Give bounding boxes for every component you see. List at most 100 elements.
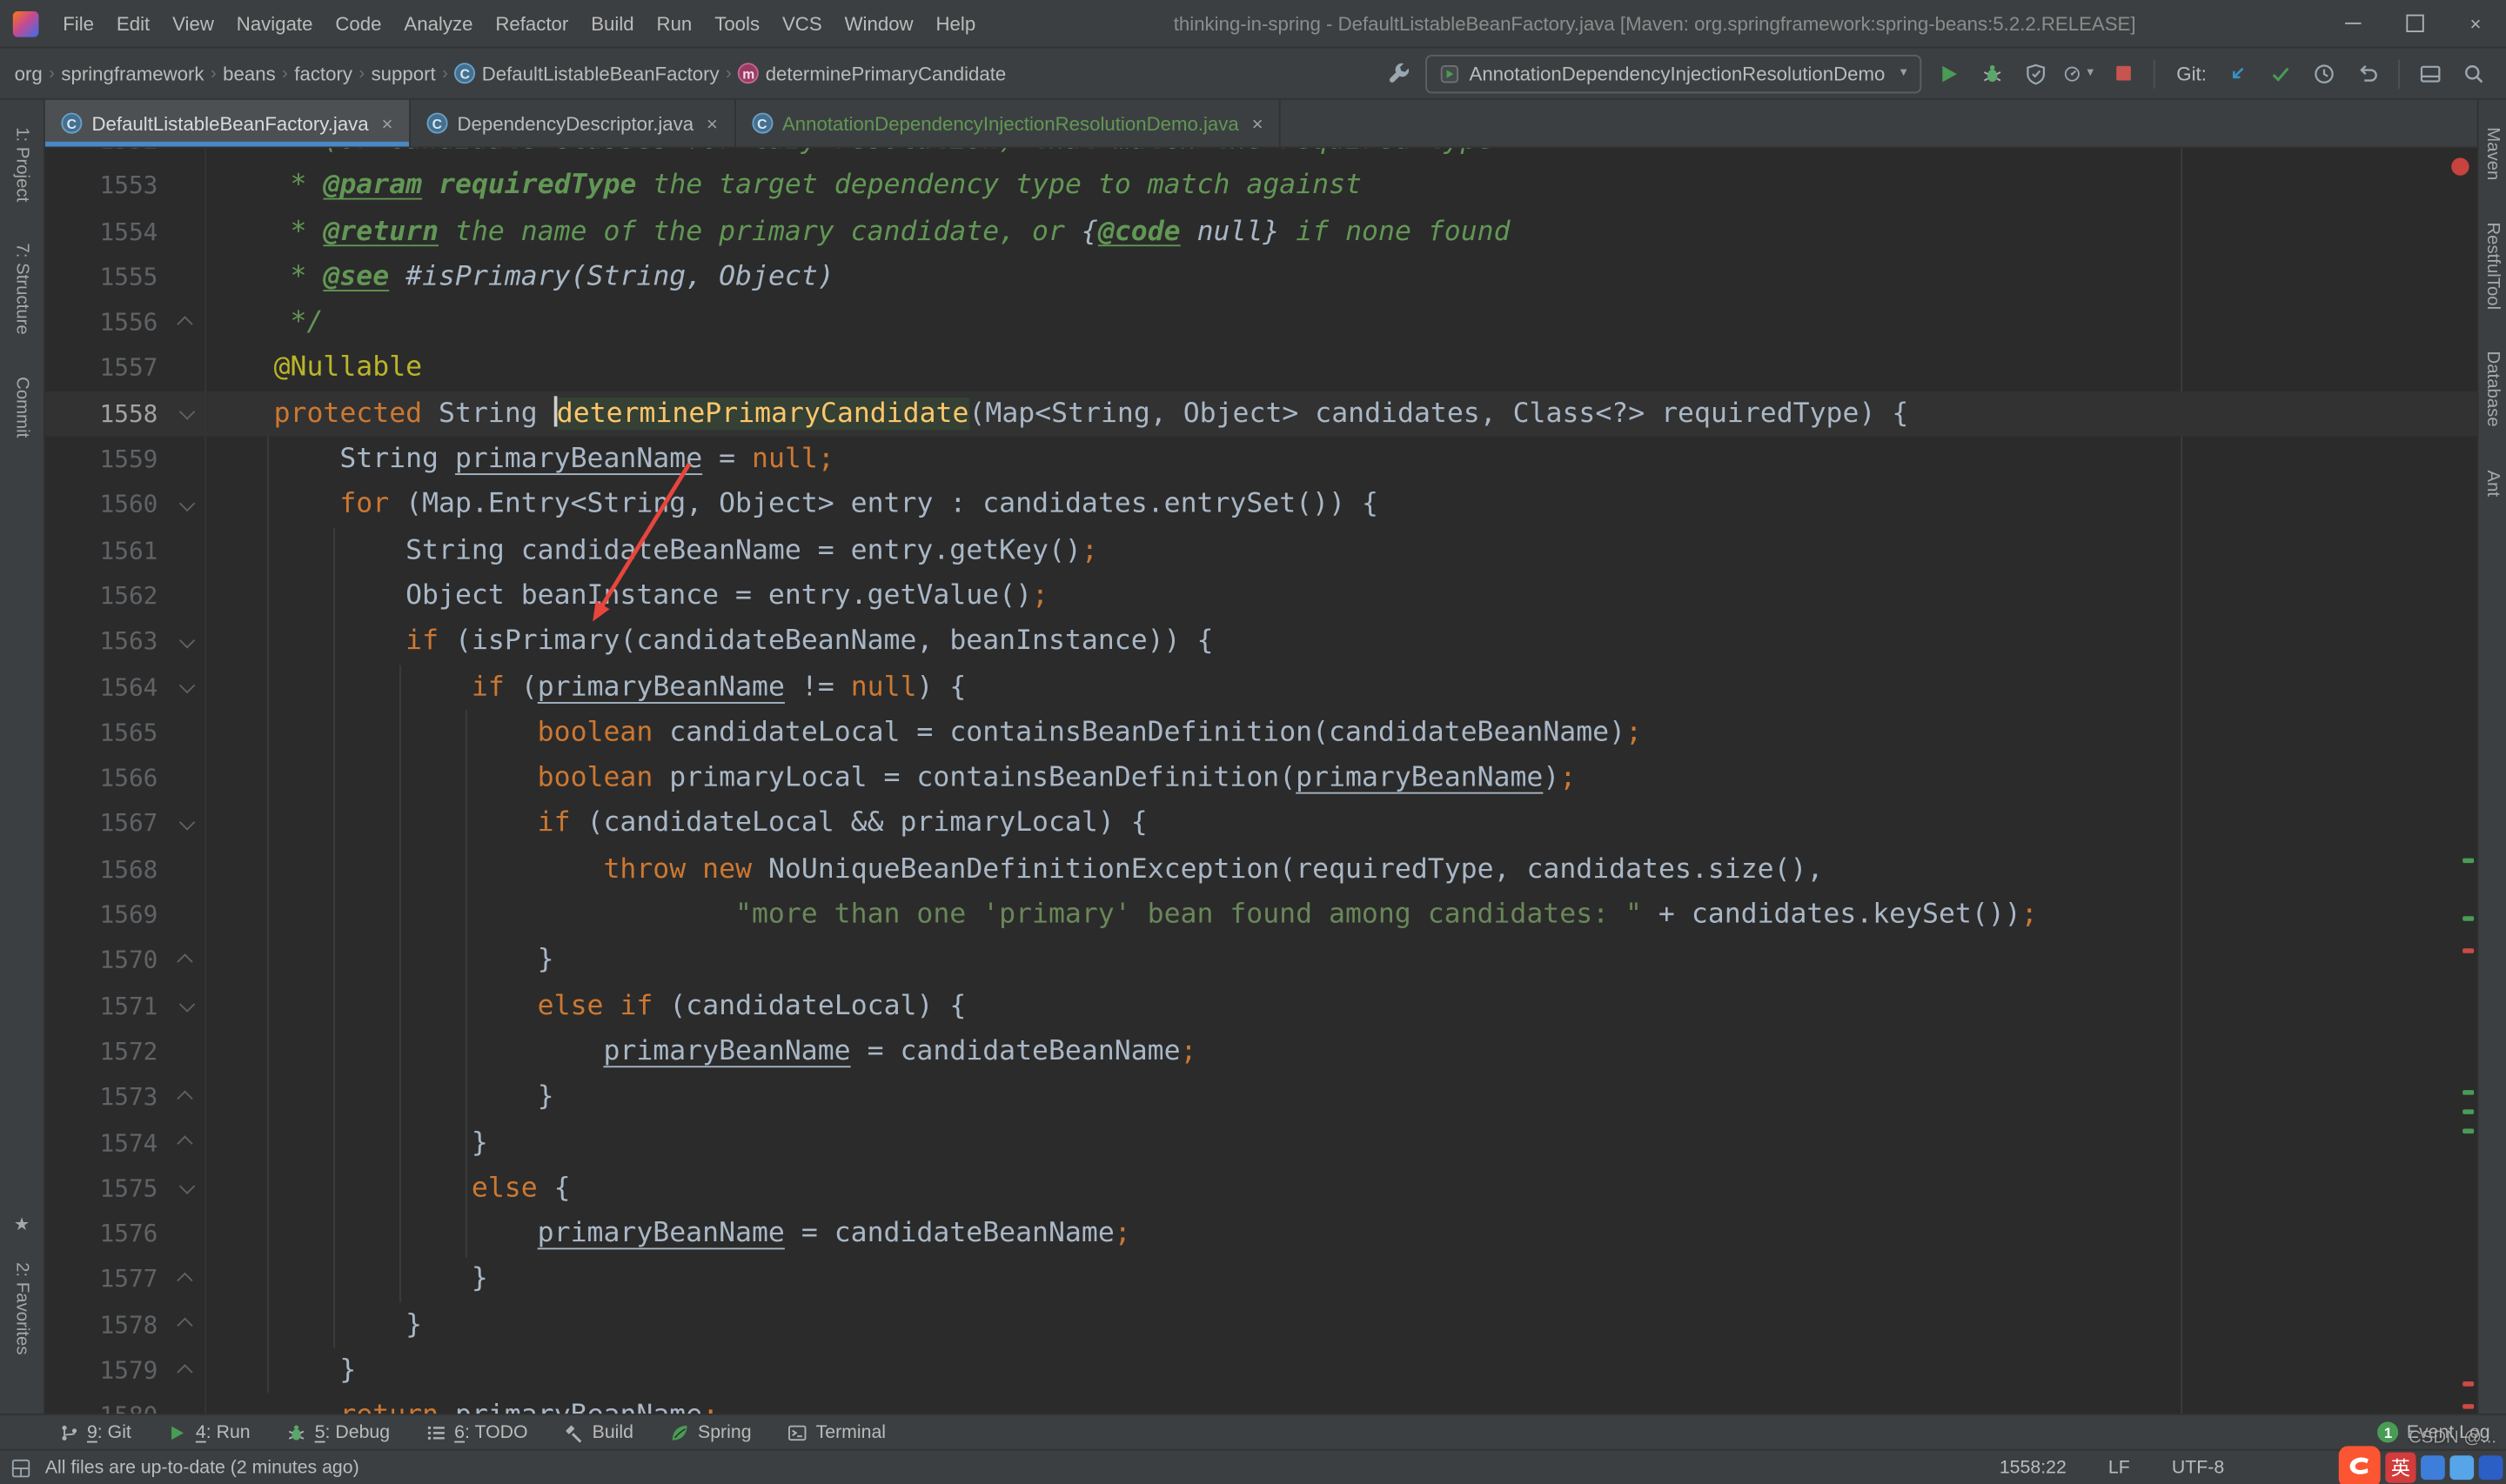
git-commit-button[interactable] (2265, 57, 2297, 90)
run-button[interactable] (1933, 57, 1966, 90)
run-configuration-select[interactable]: AnnotationDependencyInjectionResolutionD… (1425, 54, 1922, 93)
line-number[interactable]: 1557 (45, 345, 168, 391)
menu-file[interactable]: File (51, 12, 105, 35)
menu-run[interactable]: Run (646, 12, 704, 35)
code-line-1576[interactable]: 1576 primaryBeanName = candidateBeanName… (45, 1211, 2477, 1257)
edit-configurations-wrench-icon[interactable] (1383, 57, 1415, 90)
tab-AnnotationDependencyInjectionResolutionDemo.java[interactable]: C AnnotationDependencyInjectionResolution… (735, 99, 1281, 147)
fold-column[interactable] (168, 618, 206, 665)
toolwindow-1-project[interactable]: 1: Project (12, 106, 31, 223)
code-line-1580[interactable]: 1580 return primaryBeanName; (45, 1393, 2477, 1414)
minimize-button[interactable] (2322, 0, 2383, 48)
fold-column[interactable] (168, 1347, 206, 1394)
line-number[interactable]: 1579 (45, 1347, 168, 1393)
toolwindow-button-spring[interactable]: Spring (669, 1421, 752, 1442)
fold-column[interactable] (168, 983, 206, 1029)
fold-column[interactable] (168, 1256, 206, 1302)
code-line-1567[interactable]: 1567 if (candidateLocal && primaryLocal)… (45, 800, 2477, 847)
toolwindow-button-run[interactable]: 4: Run (167, 1421, 251, 1442)
file-encoding[interactable]: UTF-8 (2172, 1458, 2224, 1477)
code-line-1562[interactable]: 1562 Object beanInstance = entry.getValu… (45, 572, 2477, 619)
vcs-status-message[interactable]: All files are up-to-date (2 minutes ago) (45, 1458, 359, 1477)
git-update-button[interactable] (2221, 57, 2254, 90)
line-number[interactable]: 1566 (45, 755, 168, 800)
code-line-1557[interactable]: 1557 @Nullable (45, 345, 2477, 391)
toolwindow-ant[interactable]: Ant (2483, 449, 2502, 518)
line-number[interactable]: 1564 (45, 665, 168, 710)
fold-column[interactable] (168, 482, 206, 528)
breadcrumb-item-springframework[interactable]: springframework (57, 60, 209, 86)
toolwindow-button-build[interactable]: Build (563, 1421, 633, 1442)
inspections-error-indicator[interactable] (2451, 157, 2469, 176)
code-line-1558[interactable]: 1558 protected String determinePrimaryCa… (44, 391, 2477, 437)
code-line-1560[interactable]: 1560 for (Map.Entry<String, Object> entr… (45, 482, 2477, 528)
toolwindow-maven[interactable]: Maven (2483, 106, 2502, 201)
line-number[interactable]: 1568 (45, 846, 168, 892)
line-separator[interactable]: LF (2108, 1458, 2130, 1477)
fold-column[interactable] (168, 937, 206, 984)
menu-vcs[interactable]: VCS (771, 12, 834, 35)
code-line-1574[interactable]: 1574 } (45, 1120, 2477, 1166)
code-line-1575[interactable]: 1575 else { (45, 1165, 2477, 1212)
code-line-1572[interactable]: 1572 primaryBeanName = candidateBeanName… (45, 1028, 2477, 1075)
close-icon[interactable]: × (1252, 112, 1263, 135)
menu-code[interactable]: Code (324, 12, 392, 35)
code-line-1555[interactable]: 1555 * @see #isPrimary(String, Object) (45, 254, 2477, 300)
code-line-1568[interactable]: 1568 throw new NoUniqueBeanDefinitionExc… (45, 846, 2477, 892)
line-number[interactable]: 1572 (45, 1029, 168, 1074)
menu-edit[interactable]: Edit (105, 12, 161, 35)
close-icon[interactable]: × (381, 112, 392, 135)
line-number[interactable]: 1552 (45, 148, 168, 163)
code-line-1577[interactable]: 1577 } (45, 1256, 2477, 1302)
line-number[interactable]: 1577 (45, 1257, 168, 1302)
line-number[interactable]: 1569 (45, 892, 168, 938)
caret-position[interactable]: 1558:22 (2000, 1458, 2067, 1477)
fold-column[interactable] (168, 299, 206, 346)
toolwindow-switcher-icon[interactable] (10, 1456, 32, 1479)
toolwindow-7-structure[interactable]: 7: Structure (12, 223, 31, 356)
toolwindow-button-terminal[interactable]: Terminal (787, 1421, 886, 1442)
toolwindow-button-todo[interactable]: 6: TODO (425, 1421, 528, 1442)
line-number[interactable]: 1563 (45, 618, 168, 664)
line-number[interactable]: 1565 (45, 710, 168, 755)
code-line-1569[interactable]: 1569 "more than one 'primary' bean found… (45, 892, 2477, 938)
code-line-1566[interactable]: 1566 boolean primaryLocal = containsBean… (45, 755, 2477, 801)
code-line-1556[interactable]: 1556 */ (45, 299, 2477, 346)
code-line-1564[interactable]: 1564 if (primaryBeanName != null) { (45, 664, 2477, 711)
menu-navigate[interactable]: Navigate (225, 12, 325, 35)
git-rollback-button[interactable] (2351, 57, 2383, 90)
toolwindow-button-debug[interactable]: 5: Debug (285, 1421, 390, 1442)
line-number[interactable]: 1567 (45, 801, 168, 846)
code-line-1571[interactable]: 1571 else if (candidateLocal) { (45, 983, 2477, 1029)
menu-refactor[interactable]: Refactor (484, 12, 580, 35)
line-number[interactable]: 1553 (45, 164, 168, 209)
line-number[interactable]: 1558 (45, 391, 168, 436)
line-number[interactable]: 1574 (45, 1120, 168, 1165)
code-line-1573[interactable]: 1573 } (45, 1074, 2477, 1120)
menu-window[interactable]: Window (834, 12, 925, 35)
toolwindow-commit[interactable]: Commit (12, 357, 31, 459)
maximize-button[interactable] (2383, 0, 2444, 48)
fold-column[interactable] (168, 800, 206, 847)
code-line-1565[interactable]: 1565 boolean candidateLocal = containsBe… (45, 710, 2477, 756)
code-line-1561[interactable]: 1561 String candidateBeanName = entry.ge… (45, 527, 2477, 573)
code-line-1553[interactable]: 1553 * @param requiredType the target de… (45, 163, 2477, 209)
menu-analyze[interactable]: Analyze (392, 12, 484, 35)
line-number[interactable]: 1559 (45, 437, 168, 482)
git-history-button[interactable] (2308, 57, 2340, 90)
search-everywhere-button[interactable] (2458, 57, 2490, 90)
code-line-1579[interactable]: 1579 } (45, 1347, 2477, 1394)
code-line-1552[interactable]: 1552 * (or candidate classes for lazy re… (45, 148, 2477, 164)
profiler-button[interactable]: ▼ (2064, 57, 2096, 90)
code-line-1578[interactable]: 1578 } (45, 1301, 2477, 1348)
breadcrumb-item-factory[interactable]: factory (290, 60, 358, 86)
fold-column[interactable] (168, 1301, 206, 1348)
fold-column[interactable] (168, 391, 206, 437)
line-number[interactable]: 1571 (45, 983, 168, 1028)
breadcrumb-item-beans[interactable]: beans (218, 60, 281, 86)
line-number[interactable]: 1580 (45, 1394, 168, 1414)
fold-column[interactable] (168, 664, 206, 711)
toolwindow-button-git[interactable]: 9: Git (58, 1421, 131, 1442)
line-number[interactable]: 1573 (45, 1074, 168, 1120)
fold-column[interactable] (168, 1074, 206, 1120)
